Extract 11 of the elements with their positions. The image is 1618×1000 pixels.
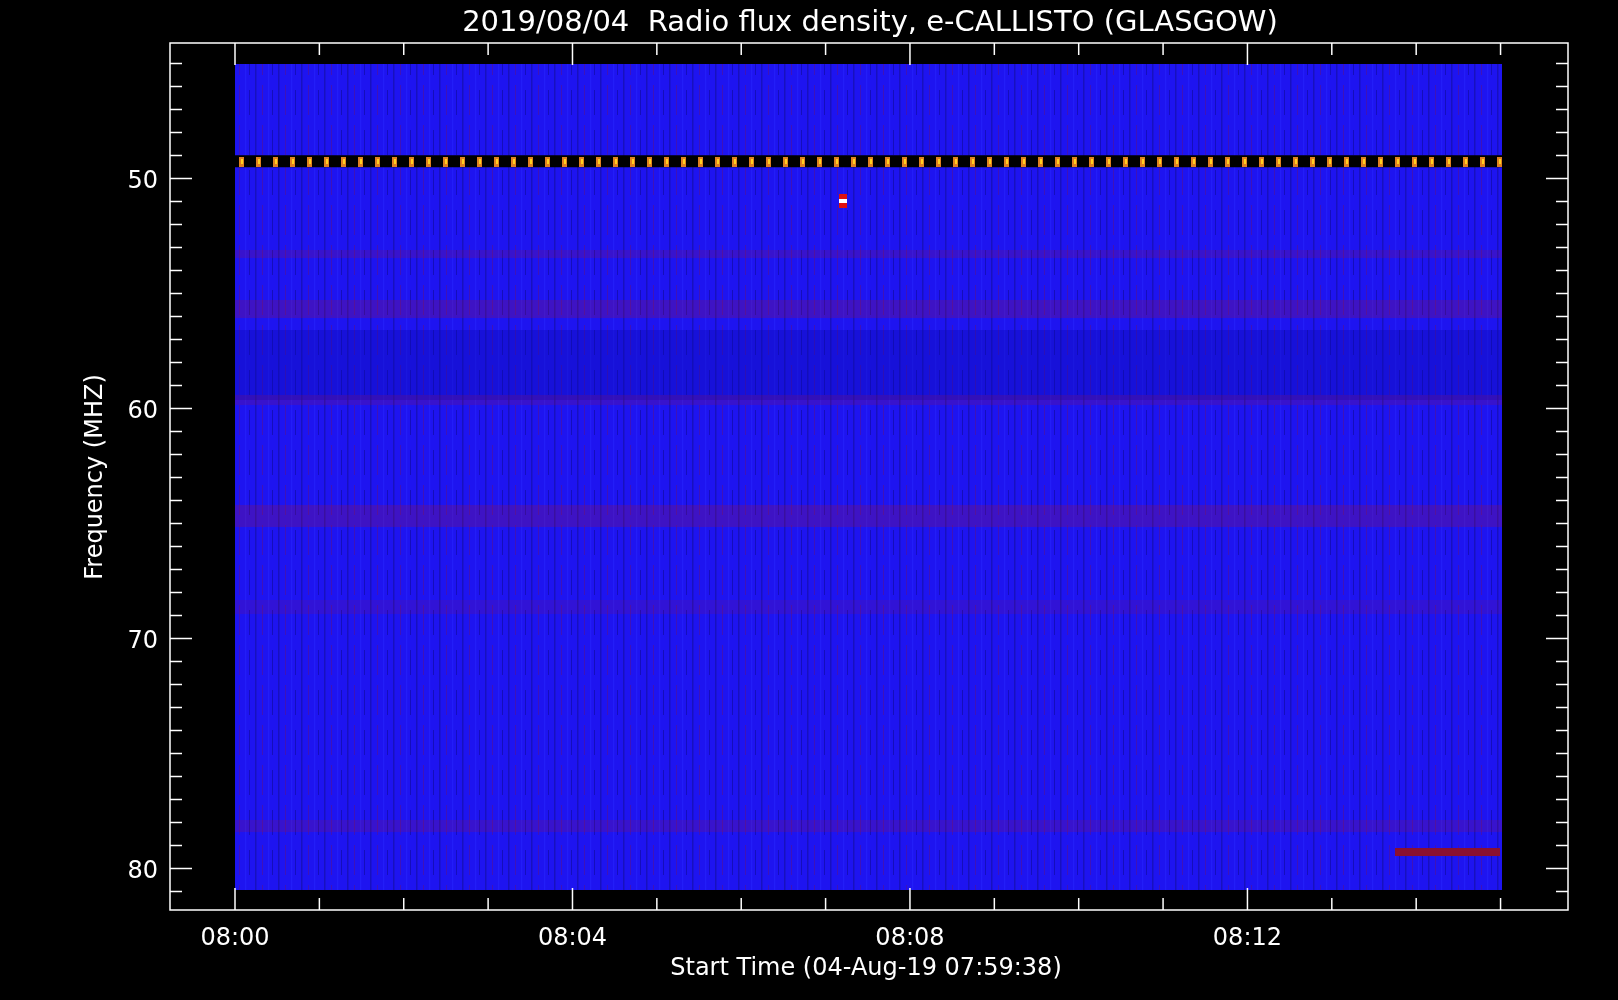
plot-title: 2019/08/04 Radio flux density, e-CALLISTO (GLASGOW) <box>462 4 1278 38</box>
tick-label: 08:04 <box>537 923 608 951</box>
tick-label: 08:00 <box>200 923 270 951</box>
x-axis-label: Start Time (04-Aug-19 07:59:38) <box>670 953 1062 981</box>
tick-label: 50 <box>127 165 158 194</box>
tick-label: 08:12 <box>1212 923 1283 951</box>
tick-label: 08:08 <box>875 923 945 951</box>
tick-label: 60 <box>127 395 158 424</box>
tick-label: 70 <box>127 625 158 654</box>
y-axis-label: Frequency (MHZ) <box>80 374 108 580</box>
tick-label: 80 <box>127 855 158 884</box>
